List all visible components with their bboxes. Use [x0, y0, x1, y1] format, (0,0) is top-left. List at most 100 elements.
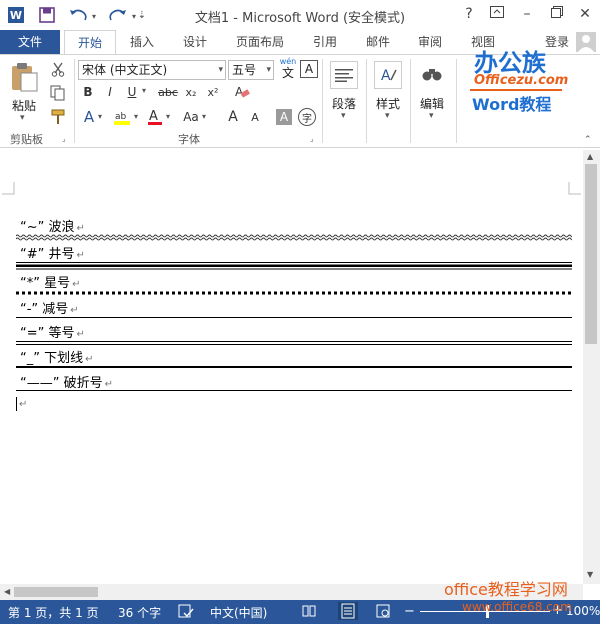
- tab-design[interactable]: 设计: [175, 30, 215, 54]
- bold-button[interactable]: B: [80, 83, 96, 101]
- svg-text:ab: ab: [115, 112, 127, 122]
- brand-course: Word教程: [472, 95, 552, 114]
- read-mode-icon[interactable]: [302, 604, 316, 621]
- character-border-icon[interactable]: A: [300, 60, 318, 78]
- editing-label[interactable]: 编辑: [420, 95, 444, 112]
- paste-icon[interactable]: [6, 59, 42, 95]
- editing-dropdown-icon[interactable]: ▾: [429, 111, 434, 121]
- paragraph-dropdown-icon[interactable]: ▾: [341, 111, 346, 121]
- help-button[interactable]: ?: [458, 4, 480, 24]
- svg-text:A: A: [149, 109, 158, 124]
- vertical-scrollbar[interactable]: ▲ ▼: [583, 150, 600, 584]
- font-name-combo[interactable]: 宋体 (中文正文) ▾: [78, 60, 226, 80]
- line-text: “~” 波浪: [20, 220, 75, 235]
- paragraph-mark: ↵: [76, 250, 85, 261]
- character-shading-button[interactable]: A: [276, 109, 292, 125]
- page-corner-mark-right: [568, 182, 581, 195]
- cursor-line[interactable]: ↵: [16, 396, 27, 411]
- format-painter-icon[interactable]: [48, 107, 68, 127]
- print-layout-icon[interactable]: [338, 602, 358, 620]
- maximize-icon[interactable]: [546, 4, 568, 24]
- doc-line-dash: “——” 破折号 ↵: [20, 372, 113, 391]
- clipboard-launcher-icon[interactable]: ⌟: [62, 134, 66, 143]
- paragraph-mark: ↵: [72, 279, 81, 290]
- wavy-rule: [16, 234, 572, 241]
- paragraph-mark: ↵: [19, 399, 28, 410]
- paragraph-mark: ↵: [104, 379, 113, 390]
- change-case-dropdown-icon[interactable]: ▾: [202, 112, 206, 121]
- font-color-icon[interactable]: A: [146, 107, 164, 127]
- tab-layout[interactable]: 页面布局: [230, 30, 290, 54]
- line-text: “-” 减号: [20, 302, 69, 317]
- superscript-button[interactable]: x²: [204, 83, 222, 101]
- paragraph-mark: ↵: [85, 354, 94, 365]
- font-group-label: 字体: [178, 133, 200, 146]
- tab-file[interactable]: 文件: [0, 30, 60, 54]
- divider: [322, 59, 323, 143]
- line-text: “*” 星号: [20, 276, 71, 291]
- close-button[interactable]: ✕: [574, 4, 596, 24]
- line-text: “#” 井号: [20, 247, 75, 262]
- highlight-icon[interactable]: ab: [112, 107, 132, 127]
- paragraph-label[interactable]: 段落: [332, 95, 356, 112]
- find-icon[interactable]: [418, 61, 446, 89]
- paragraph-mark: ↵: [76, 223, 85, 234]
- underline-dropdown-icon[interactable]: ▾: [142, 86, 146, 95]
- grow-font-button[interactable]: A: [224, 107, 242, 127]
- tab-insert[interactable]: 插入: [122, 30, 162, 54]
- highlight-dropdown-icon[interactable]: ▾: [134, 112, 138, 121]
- text-effects-icon[interactable]: A: [80, 107, 98, 127]
- collapse-ribbon-icon[interactable]: ⌃: [584, 135, 592, 145]
- user-avatar-icon[interactable]: [576, 32, 596, 52]
- hscroll-thumb[interactable]: [14, 587, 98, 597]
- paste-dropdown-icon[interactable]: ▾: [20, 113, 25, 123]
- divider: [456, 59, 457, 143]
- tab-references[interactable]: 引用: [305, 30, 345, 54]
- tab-home[interactable]: 开始: [64, 30, 116, 55]
- double-rule-top: [16, 341, 572, 342]
- word-count[interactable]: 36 个字: [118, 604, 161, 621]
- copy-icon[interactable]: [48, 83, 68, 103]
- shrink-font-button[interactable]: A: [246, 107, 264, 127]
- font-size-value: 五号: [232, 63, 257, 77]
- divider: [366, 59, 367, 143]
- paragraph-icon[interactable]: [330, 61, 358, 89]
- tab-review[interactable]: 审阅: [410, 30, 450, 54]
- single-rule: [16, 317, 572, 318]
- paste-label[interactable]: 粘贴: [12, 97, 36, 114]
- phonetic-guide-icon[interactable]: wén 文: [278, 57, 298, 80]
- ribbon-display-options-icon[interactable]: [486, 4, 508, 24]
- change-case-button[interactable]: Aa: [180, 107, 202, 127]
- doc-line-underscore: “_” 下划线 ↵: [20, 347, 94, 366]
- scroll-down-icon[interactable]: ▼: [587, 570, 593, 579]
- dotted-rule: [16, 291, 572, 295]
- clear-formatting-icon[interactable]: A: [232, 83, 252, 101]
- page-count[interactable]: 第 1 页，共 1 页: [8, 604, 99, 621]
- underline-button[interactable]: U: [124, 83, 140, 101]
- line-text: “_” 下划线: [20, 351, 84, 366]
- scroll-up-icon[interactable]: ▲: [587, 152, 593, 161]
- font-color-dropdown-icon[interactable]: ▾: [166, 112, 170, 121]
- italic-button[interactable]: I: [102, 83, 118, 101]
- doc-line-hash: “#” 井号 ↵: [20, 243, 85, 262]
- styles-label[interactable]: 样式: [376, 95, 400, 112]
- scroll-thumb[interactable]: [585, 164, 597, 344]
- font-launcher-icon[interactable]: ⌟: [310, 134, 314, 143]
- font-size-combo[interactable]: 五号 ▾: [228, 60, 274, 80]
- zoom-out-icon[interactable]: −: [404, 604, 415, 619]
- styles-dropdown-icon[interactable]: ▾: [385, 111, 390, 121]
- proofing-icon[interactable]: [178, 603, 194, 622]
- cut-icon[interactable]: [48, 59, 68, 79]
- minimize-button[interactable]: –: [516, 4, 538, 24]
- strikethrough-button[interactable]: abc: [156, 83, 180, 101]
- footer-site-name: office教程学习网: [444, 580, 568, 599]
- subscript-button[interactable]: x₂: [182, 83, 200, 101]
- tab-mailings[interactable]: 邮件: [358, 30, 398, 54]
- scroll-left-icon[interactable]: ◀: [4, 587, 10, 596]
- enclose-characters-button[interactable]: 字: [298, 108, 316, 126]
- web-layout-icon[interactable]: [376, 604, 390, 621]
- language-indicator[interactable]: 中文(中国): [210, 604, 267, 621]
- styles-icon[interactable]: A: [374, 61, 402, 89]
- text-effects-dropdown-icon[interactable]: ▾: [98, 112, 102, 121]
- clipboard-group-label: 剪贴板: [10, 133, 43, 146]
